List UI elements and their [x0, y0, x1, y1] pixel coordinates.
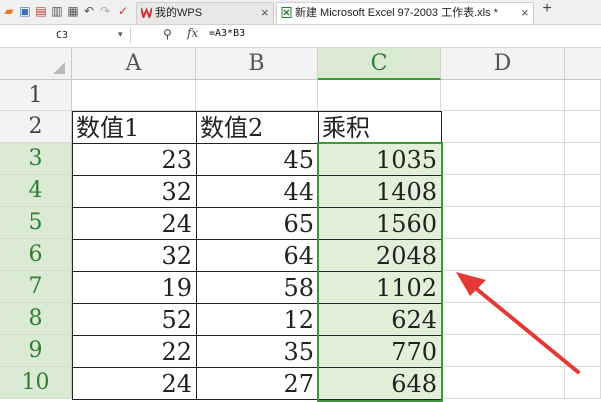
- arrow-shaft: [466, 280, 580, 374]
- annotation-arrow: [456, 272, 580, 374]
